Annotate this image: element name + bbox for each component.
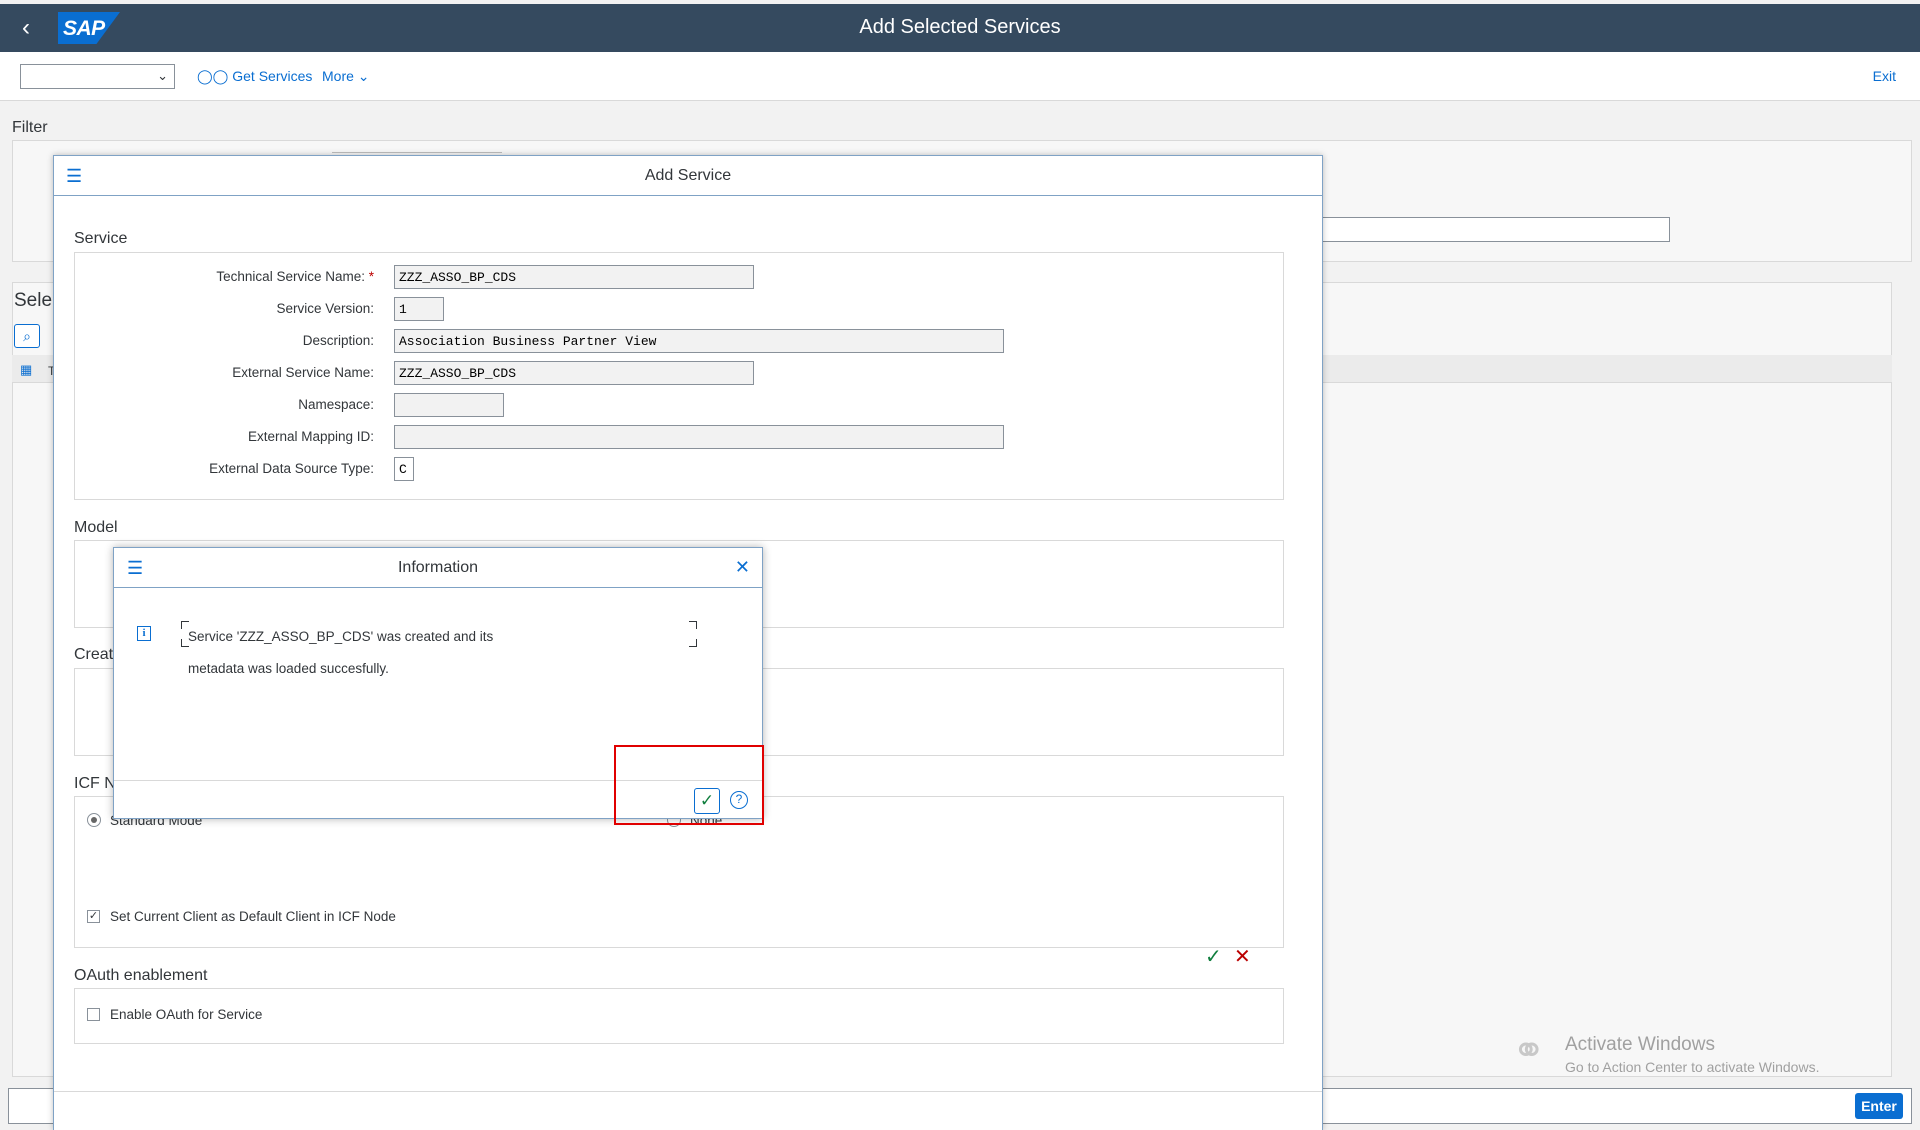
ext-name-label: External Service Name: xyxy=(232,365,374,380)
version-field[interactable]: 1 xyxy=(394,297,444,321)
table-settings-icon[interactable]: ▦ xyxy=(20,362,32,378)
mapping-label: External Mapping ID: xyxy=(247,429,374,444)
default-client-checkbox[interactable]: ✓ xyxy=(87,910,100,923)
toolbar: ⌄ ◯◯ Get Services More ⌄ Exit xyxy=(0,52,1920,101)
checkmark-icon[interactable]: ✓ xyxy=(1205,944,1222,969)
exit-button[interactable]: Exit xyxy=(1873,68,1896,84)
create-section-title: Creat xyxy=(74,646,114,663)
get-services-label: Get Services xyxy=(232,68,313,84)
chevron-down-icon: ⌄ xyxy=(357,68,370,84)
variant-select[interactable]: ⌄ xyxy=(20,64,175,89)
info-message-line2: metadata was loaded succesfully. xyxy=(188,661,389,676)
service-section-title: Service xyxy=(74,230,128,247)
tech-name-label: Technical Service Name: * xyxy=(54,269,374,284)
info-icon: i xyxy=(137,626,151,641)
filter-label: Filter xyxy=(12,119,48,136)
namespace-label: Namespace: xyxy=(298,397,374,412)
key-icon: ⚭ xyxy=(1512,1029,1546,1073)
watermark-title: Activate Windows xyxy=(1565,1034,1715,1055)
highlight-box xyxy=(614,745,764,825)
info-header: ☰ Information ✕ xyxy=(114,548,762,588)
version-label: Service Version: xyxy=(276,301,374,316)
focus-bracket xyxy=(181,621,189,629)
oauth-section-title: OAuth enablement xyxy=(74,967,208,984)
ext-name-field[interactable]: ZZZ_ASSO_BP_CDS xyxy=(394,361,754,385)
watermark-subtitle: Go to Action Center to activate Windows. xyxy=(1565,1059,1820,1075)
oauth-checkbox[interactable] xyxy=(87,1008,100,1021)
tech-name-label-text: Technical Service Name: xyxy=(216,269,365,284)
enter-button[interactable]: Enter xyxy=(1855,1093,1903,1119)
radio-selected-dot xyxy=(91,817,97,823)
focus-bracket xyxy=(689,621,697,629)
info-title: Information xyxy=(397,559,479,576)
default-client-label: Set Current Client as Default Client in … xyxy=(110,909,396,924)
datasource-field[interactable]: C xyxy=(394,457,414,481)
namespace-field[interactable] xyxy=(394,393,504,417)
cancel-x-icon[interactable]: ✕ xyxy=(1234,944,1251,969)
description-field[interactable]: Association Business Partner View xyxy=(394,329,1004,353)
dialog-title: Add Service xyxy=(644,167,732,184)
dialog-footer xyxy=(54,1091,1322,1130)
model-section-title: Model xyxy=(74,519,118,536)
get-services-button[interactable]: ◯◯ Get Services xyxy=(197,68,312,85)
description-label: Description: xyxy=(302,333,374,348)
more-label: More xyxy=(322,68,354,84)
oauth-label: Enable OAuth for Service xyxy=(110,1007,263,1022)
icf-section-title: ICF N xyxy=(74,775,116,792)
more-button[interactable]: More ⌄ xyxy=(322,68,370,85)
focus-bracket xyxy=(689,639,697,647)
selection-label: Sele xyxy=(14,290,53,311)
shell-bar: ‹ SAP Add Selected Services xyxy=(0,4,1920,52)
binoculars-icon: ◯◯ xyxy=(197,68,229,84)
close-icon[interactable]: ✕ xyxy=(735,557,750,578)
tech-name-field[interactable]: ZZZ_ASSO_BP_CDS xyxy=(394,265,754,289)
zoom-icon[interactable]: ⌕ xyxy=(14,324,40,348)
page-title: Add Selected Services xyxy=(859,16,1061,38)
dialog-header: ☰ Add Service xyxy=(54,156,1322,196)
info-message-line1: Service 'ZZZ_ASSO_BP_CDS' was created an… xyxy=(188,629,494,644)
mapping-field[interactable] xyxy=(394,425,1004,449)
filter-input[interactable] xyxy=(1320,217,1670,242)
required-marker: * xyxy=(368,269,374,284)
datasource-label: External Data Source Type: xyxy=(209,461,374,476)
chevron-down-icon: ⌄ xyxy=(157,68,168,83)
standard-mode-radio[interactable] xyxy=(87,813,101,827)
